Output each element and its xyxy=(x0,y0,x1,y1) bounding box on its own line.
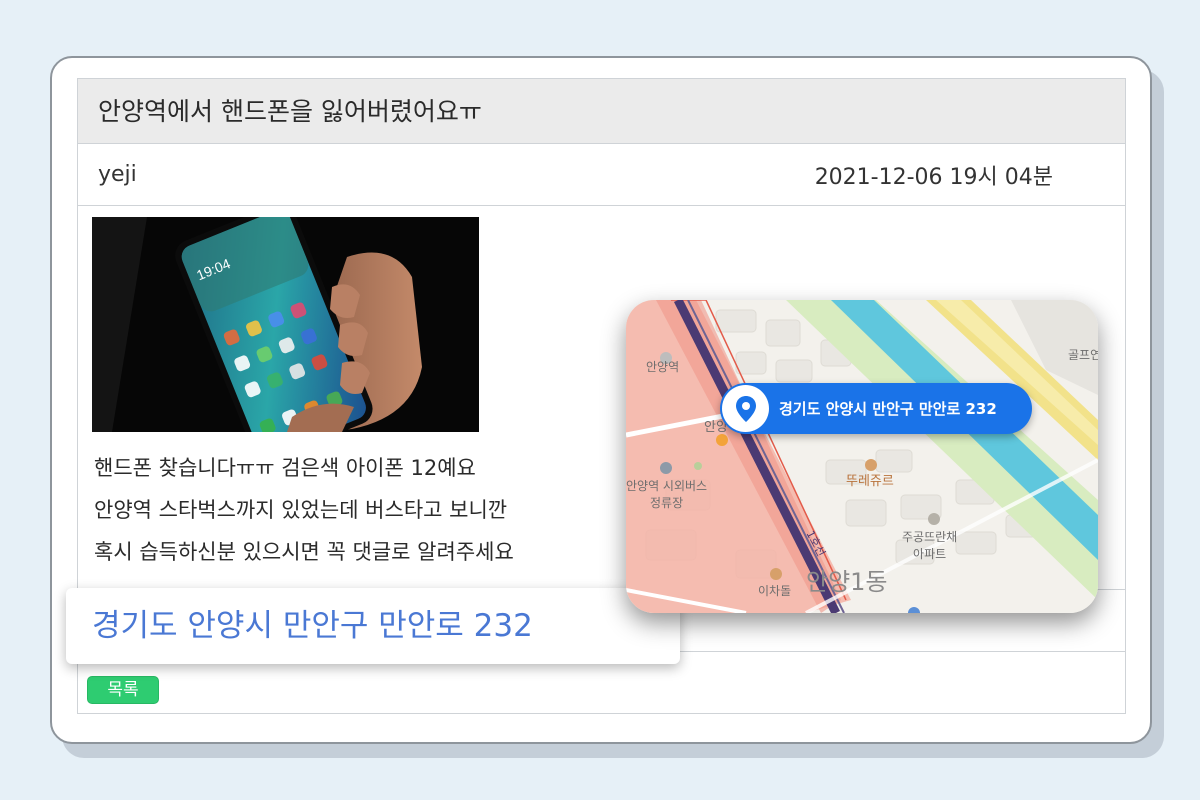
map-label-district: 안양1동 xyxy=(806,568,888,596)
location-map[interactable]: 안양역 안양 안양역 시외버스 정류장 뚜레쥬르 주공뜨란채 아파트 안양1동 … xyxy=(626,300,1098,613)
map-label-station: 안양역 xyxy=(646,360,680,374)
post-body: 핸드폰 찾습니다ㅠㅠ 검은색 아이폰 12예요 안양역 스타벅스까지 있었는데 … xyxy=(94,447,624,573)
list-button[interactable]: 목록 xyxy=(87,676,159,704)
phone-in-hand-image: 19:04 xyxy=(92,217,479,432)
map-pin-address: 경기도 안양시 만안구 만안로 232 xyxy=(779,400,997,418)
map-location-pin[interactable]: 경기도 안양시 만안구 만안로 232 xyxy=(720,383,1032,434)
map-label-apartment: 주공뜨란채 아파트 xyxy=(902,530,958,561)
post-author[interactable]: yeji xyxy=(98,162,137,187)
post-body-line: 핸드폰 찾습니다ㅠㅠ 검은색 아이폰 12예요 xyxy=(94,456,476,480)
map-label-restaurant: 뚜레쥬르 xyxy=(846,474,894,489)
post-title: 안양역에서 핸드폰을 잃어버렸어요ㅠ xyxy=(78,79,1125,144)
location-pin-icon xyxy=(735,395,756,422)
address-callout: 경기도 안양시 만안구 만안로 232 xyxy=(66,588,680,664)
map-label-bus-stop: 안양역 시외버스 정류장 xyxy=(626,479,708,510)
map-label-golf: 골프연 xyxy=(1068,348,1098,362)
post-meta: yeji 2021-12-06 19시 04분 xyxy=(78,144,1125,206)
post-body-line: 안양역 스타벅스까지 있었는데 버스타고 보니깐 xyxy=(94,498,508,522)
map-label-shop: 이차돌 xyxy=(758,584,792,598)
phone-photo: 19:04 xyxy=(92,217,479,432)
post-timestamp: 2021-12-06 19시 04분 xyxy=(814,164,1053,190)
post-body-line: 혹시 습득하신분 있으시면 꼭 댓글로 알려주세요 xyxy=(94,540,514,564)
map-background xyxy=(626,300,1098,613)
pin-icon-holder xyxy=(722,385,769,432)
